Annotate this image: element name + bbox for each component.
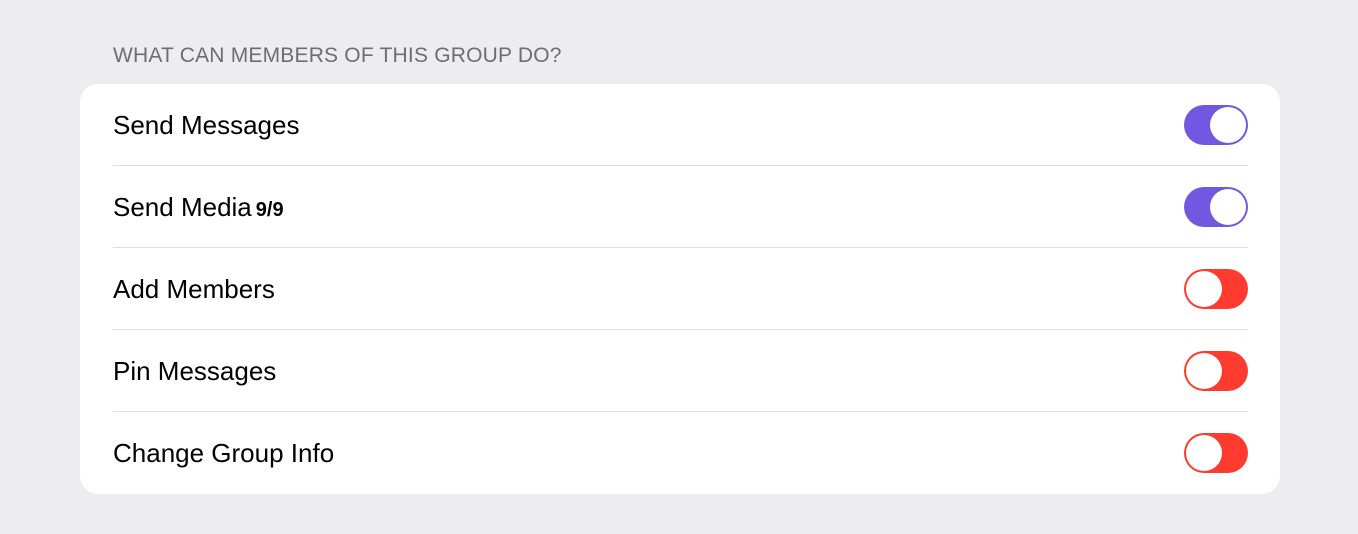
permission-row-send-media: Send Media 9/9	[80, 166, 1280, 248]
change-group-info-toggle[interactable]	[1184, 433, 1248, 473]
toggle-knob	[1210, 107, 1246, 143]
add-members-toggle[interactable]	[1184, 269, 1248, 309]
permission-label: Send Messages	[113, 110, 300, 140]
permissions-card: Send Messages Send Media 9/9 Add Members …	[80, 84, 1280, 494]
permission-label: Pin Messages	[113, 356, 277, 386]
media-count-badge: 9/9	[255, 199, 284, 221]
permission-label: Add Members	[113, 274, 275, 304]
toggle-knob	[1210, 189, 1246, 225]
permission-row-send-messages: Send Messages	[80, 84, 1280, 166]
permission-label: Change Group Info	[113, 438, 335, 468]
section-header: WHAT CAN MEMBERS OF THIS GROUP DO?	[113, 44, 562, 67]
permission-row-pin-messages: Pin Messages	[80, 330, 1280, 412]
permission-row-change-group-info: Change Group Info	[80, 412, 1280, 494]
send-media-toggle[interactable]	[1184, 187, 1248, 227]
toggle-knob	[1186, 435, 1222, 471]
permission-label: Send Media 9/9	[113, 192, 284, 222]
pin-messages-toggle[interactable]	[1184, 351, 1248, 391]
permission-row-add-members: Add Members	[80, 248, 1280, 330]
toggle-knob	[1186, 271, 1222, 307]
send-messages-toggle[interactable]	[1184, 105, 1248, 145]
toggle-knob	[1186, 353, 1222, 389]
